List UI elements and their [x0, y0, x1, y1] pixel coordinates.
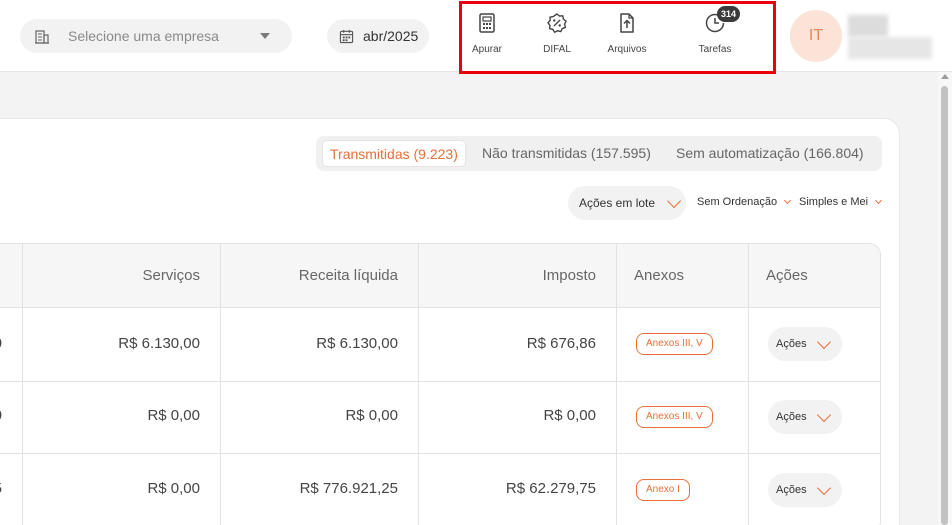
row-actions-button[interactable]: Ações [768, 473, 842, 507]
highlight-box [459, 1, 776, 74]
table-cell-servicos: R$ 0,00 [147, 407, 200, 424]
sort-select[interactable]: Sem Ordenação [697, 196, 792, 208]
row-actions-button[interactable]: Ações [768, 400, 842, 434]
column-header-anexos: Anexos [634, 267, 685, 284]
tab-sem-automatizacao[interactable]: Sem automatização (166.804) [676, 140, 864, 167]
table-cell-receita: R$ 776.921,25 [299, 480, 398, 497]
scroll-up-arrow-icon[interactable] [941, 74, 949, 79]
chevron-down-icon [666, 193, 682, 208]
row-actions-label: Ações [776, 338, 807, 350]
chevron-down-icon [816, 407, 831, 422]
regime-select[interactable]: Simples e Mei [799, 196, 883, 208]
sort-value: Sem Ordenação [697, 196, 778, 208]
row-actions-label: Ações [776, 484, 807, 496]
chevron-down-icon [875, 196, 883, 204]
period-select[interactable]: abr/2025 [327, 19, 429, 53]
bulk-actions-button[interactable]: Ações em lote [568, 186, 686, 220]
calendar-icon [339, 29, 354, 43]
table-cell-receita: R$ 0,00 [345, 407, 398, 424]
user-email-redacted [848, 37, 932, 59]
regime-value: Simples e Mei [799, 196, 869, 208]
caret-down-icon [260, 33, 270, 39]
table-cell-partial: 0 [0, 335, 2, 352]
scrollbar-thumb[interactable] [941, 86, 948, 525]
chevron-down-icon [784, 196, 792, 204]
bulk-actions-label: Ações em lote [579, 196, 656, 210]
chevron-down-icon [816, 334, 831, 349]
period-value: abr/2025 [363, 28, 419, 44]
chevron-down-icon [816, 480, 831, 495]
anexos-badge: Anexo I [636, 479, 690, 501]
table-cell-servicos: R$ 6.130,00 [118, 335, 200, 352]
tab-nao-transmitidas[interactable]: Não transmitidas (157.595) [482, 140, 651, 167]
table-cell-partial: 5 [0, 480, 2, 497]
table-cell-servicos: R$ 0,00 [147, 480, 200, 497]
user-name-redacted [848, 15, 888, 37]
column-header-acoes: Ações [766, 267, 808, 284]
column-header-imposto[interactable]: Imposto [543, 267, 596, 284]
top-header: Selecione uma empresa abr/2025 Apurar DI… [0, 0, 952, 74]
table-cell-imposto: R$ 676,86 [526, 335, 596, 352]
table-cell-receita: R$ 6.130,00 [316, 335, 398, 352]
column-header-servicos[interactable]: Serviços [142, 267, 200, 284]
anexos-badge: Anexos III, V [636, 333, 713, 355]
tab-transmitidas[interactable]: Transmitidas (9.223) [322, 140, 466, 167]
row-actions-label: Ações [776, 411, 807, 423]
table-cell-partial: 0 [0, 407, 2, 424]
table-cell-imposto: R$ 0,00 [543, 407, 596, 424]
table-cell-imposto: R$ 62.279,75 [505, 480, 596, 497]
building-icon [35, 30, 49, 44]
status-filter-tabs: Transmitidas (9.223) Não transmitidas (1… [316, 136, 882, 171]
column-header-receita-liquida[interactable]: Receita líquida [299, 267, 398, 284]
company-placeholder: Selecione uma empresa [68, 28, 219, 44]
row-actions-button[interactable]: Ações [768, 327, 842, 361]
results-table: s Serviços Receita líquida Imposto Anexo… [0, 243, 881, 525]
company-select[interactable]: Selecione uma empresa [20, 19, 292, 53]
anexos-badge: Anexos III, V [636, 406, 713, 428]
user-avatar[interactable]: IT [790, 10, 842, 62]
